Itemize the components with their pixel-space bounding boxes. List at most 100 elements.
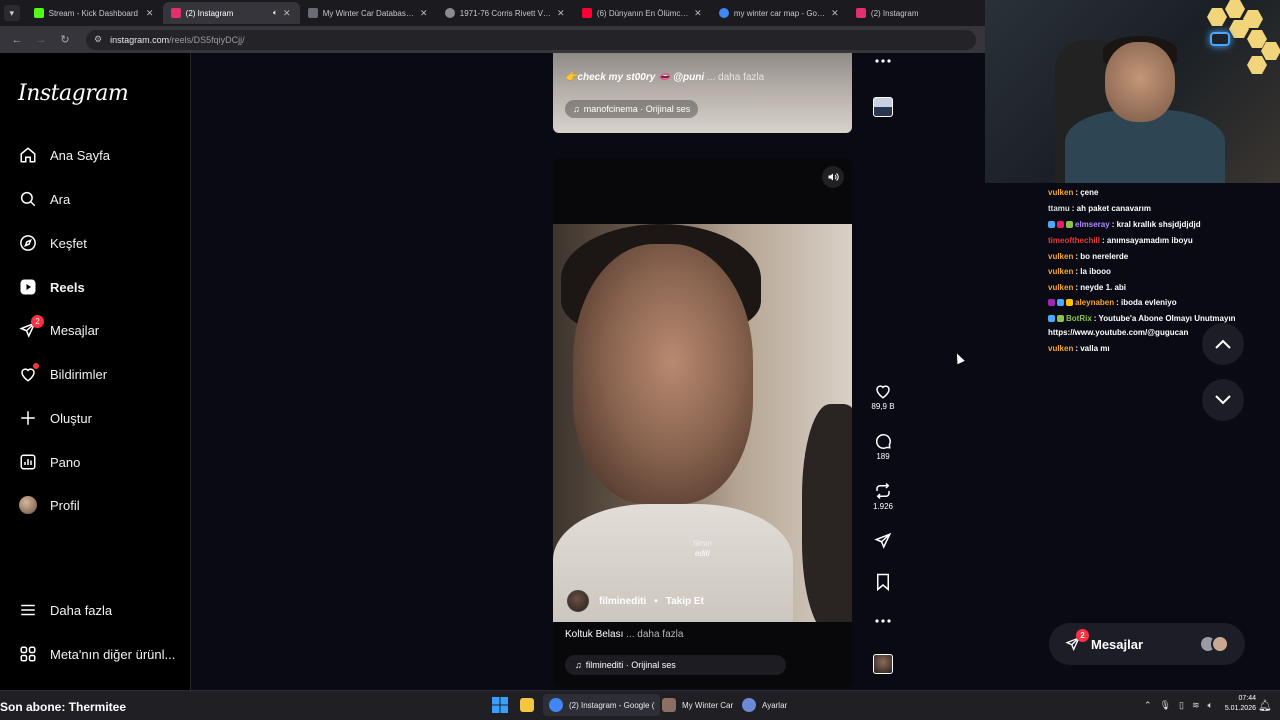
device-icon[interactable]: ▯ — [1179, 700, 1184, 711]
caption-more-link[interactable]: ... daha fazla — [626, 629, 683, 640]
chat-message: aleynaben: iboda evleniyo — [1048, 298, 1177, 307]
current-reel[interactable]: filmin editi filmineditі • Takip Et Kolt… — [553, 158, 852, 688]
chat-username[interactable]: vulken — [1048, 283, 1073, 292]
previous-reel-caption: 👉check my st00ry 👄 @puni ... daha fazla — [565, 72, 765, 83]
url-field[interactable]: ⚙ instagram.com/reels/DS5fqiyDCjj/ — [86, 29, 976, 50]
scroll-up-button[interactable] — [1202, 323, 1244, 365]
more-icon — [875, 59, 891, 63]
share-button[interactable] — [863, 532, 903, 550]
forward-icon[interactable]: → — [32, 34, 50, 46]
tab-instagram[interactable]: (2) Instagram 🔈︎ ✕ — [162, 2, 300, 24]
chat-username[interactable]: aleynaben — [1075, 298, 1114, 307]
repost-button[interactable]: 1.926 — [863, 482, 903, 511]
reels-icon — [18, 277, 38, 297]
sidebar-item-profile[interactable]: Profil — [18, 492, 188, 518]
scroll-down-button[interactable] — [1202, 379, 1244, 421]
sidebar-item-create[interactable]: Oluştur — [18, 405, 188, 431]
previous-reel-audio[interactable]: ♫ manofcinema · Orijinal ses — [565, 100, 699, 118]
wifi-icon[interactable]: ≋ — [1192, 700, 1200, 711]
youtube-icon — [581, 8, 592, 18]
chat-username[interactable]: vulken — [1048, 267, 1073, 276]
chevron-up-icon[interactable]: ⌃ — [1144, 700, 1152, 711]
speaker-icon — [828, 173, 839, 181]
tab-winter-car-database[interactable]: My Winter Car Database | S ✕ — [300, 2, 437, 24]
reel-audio[interactable]: ♫ filmineditі · Orijinal ses — [565, 655, 786, 675]
chat-username[interactable]: timeofthechill — [1048, 236, 1100, 245]
chat-text: : valla mı — [1075, 344, 1110, 353]
taskbar-settings[interactable]: Ayarlar — [742, 694, 787, 716]
reel-author: filmineditі • Takip Et — [567, 590, 704, 612]
google-icon — [718, 8, 729, 18]
author-avatar[interactable] — [567, 590, 589, 612]
chat-username[interactable]: ttamu — [1048, 204, 1070, 213]
reels-feed: 👉check my st00ry 👄 @puni ... daha fazla … — [191, 53, 985, 690]
chat-username[interactable]: vulken — [1048, 188, 1073, 197]
chrome-icon — [549, 698, 563, 712]
tab-corris-rivett[interactable]: 1971-76 Corris Rivett VINPL ✕ — [437, 2, 574, 24]
tab-youtube[interactable]: (6) Dünyanın En Ölümcül Ku ✕ — [574, 2, 711, 24]
tab-google-search[interactable]: my winter car map - Google ✕ — [711, 2, 848, 24]
browser-tab-bar: ▾ Stream - Kick Dashboard ✕ (2) Instagra… — [0, 0, 985, 26]
volume-icon[interactable]: 🔈︎ — [1207, 700, 1212, 711]
start-button[interactable] — [492, 694, 508, 716]
globe-icon — [444, 8, 455, 18]
close-icon[interactable]: ✕ — [282, 8, 292, 19]
instagram-logo[interactable]: Instagram — [18, 81, 129, 106]
chat-badge-icon — [1057, 221, 1064, 228]
chat-text: : neyde 1. abi — [1075, 283, 1127, 292]
reel-video[interactable]: filmin editi — [553, 224, 852, 622]
sidebar-item-explore[interactable]: Keşfet — [18, 230, 188, 256]
chat-username[interactable]: vulken — [1048, 344, 1073, 353]
video-watermark: filmin editi — [693, 539, 712, 558]
send-icon — [874, 532, 892, 549]
close-icon[interactable]: ✕ — [145, 8, 155, 19]
close-icon[interactable]: ✕ — [693, 8, 703, 19]
tab-instagram-2[interactable]: (2) Instagram — [848, 2, 985, 24]
close-icon[interactable]: ✕ — [419, 8, 429, 19]
notifications-button[interactable]: 🔔︎ — [1258, 694, 1272, 716]
file-explorer-button[interactable] — [520, 694, 540, 716]
system-clock[interactable]: 07:44 5.01.2026 — [1218, 694, 1256, 714]
sidebar-item-search[interactable]: Ara — [18, 186, 188, 212]
microphone-icon[interactable]: 🎙︎ — [1160, 700, 1171, 711]
taskbar-my-winter-car[interactable]: My Winter Car — [662, 694, 733, 716]
sidebar-item-home[interactable]: Ana Sayfa — [18, 142, 188, 168]
speaker-icon[interactable]: 🔈︎ — [273, 8, 278, 18]
like-button[interactable]: 89,9 B — [863, 382, 903, 411]
taskbar-chrome-instagram[interactable]: (2) Instagram - Google ( — [543, 694, 661, 716]
sidebar-item-more[interactable]: Daha fazla — [18, 597, 188, 623]
chat-username[interactable]: vulken — [1048, 252, 1073, 261]
back-icon[interactable]: ← — [8, 34, 26, 46]
recent-contacts — [1199, 635, 1229, 653]
more-button[interactable] — [863, 618, 903, 624]
prev-more-button[interactable] — [863, 58, 903, 64]
chat-username[interactable]: elmseray — [1075, 220, 1110, 229]
site-info-icon[interactable]: ⚙ — [94, 34, 102, 45]
messages-floating-button[interactable]: 2 Mesajlar — [1049, 623, 1245, 665]
sidebar-item-reels[interactable]: Reels — [18, 274, 188, 300]
tab-kick-dashboard[interactable]: Stream - Kick Dashboard ✕ — [26, 2, 163, 24]
sidebar-item-messages[interactable]: 2 Mesajlar — [18, 315, 188, 343]
close-icon[interactable]: ✕ — [830, 8, 840, 19]
system-tray: ⌃ 🎙︎ ▯ ≋ 🔈︎ — [1144, 694, 1221, 716]
windows-icon — [492, 697, 508, 713]
close-icon[interactable]: ✕ — [556, 8, 566, 19]
chat-badge-icon — [1048, 299, 1055, 306]
sidebar-item-dashboard[interactable]: Pano — [18, 449, 188, 475]
sidebar-item-meta-products[interactable]: Meta'nın diğer ürünl... — [18, 641, 188, 667]
chat-text: : kral krallık shsjdjdjdjd — [1111, 220, 1201, 229]
prev-audio-thumb[interactable] — [863, 97, 903, 117]
follow-button[interactable]: Takip Et — [666, 596, 704, 607]
reload-icon[interactable]: ↻ — [56, 33, 74, 46]
sound-toggle-button[interactable] — [822, 166, 844, 188]
chat-username[interactable]: BotRix — [1066, 314, 1092, 323]
previous-reel[interactable]: 👉check my st00ry 👄 @puni ... daha fazla … — [553, 53, 852, 133]
chat-badge-icon — [1066, 299, 1073, 306]
folder-icon — [520, 698, 534, 712]
save-button[interactable] — [863, 573, 903, 591]
comment-button[interactable]: 189 — [863, 432, 903, 461]
tab-search-icon[interactable]: ▾ — [4, 5, 20, 21]
sidebar-item-notifications[interactable]: Bildirimler — [18, 361, 188, 387]
author-name[interactable]: filmineditі — [599, 596, 646, 607]
audio-thumb-button[interactable] — [863, 654, 903, 674]
